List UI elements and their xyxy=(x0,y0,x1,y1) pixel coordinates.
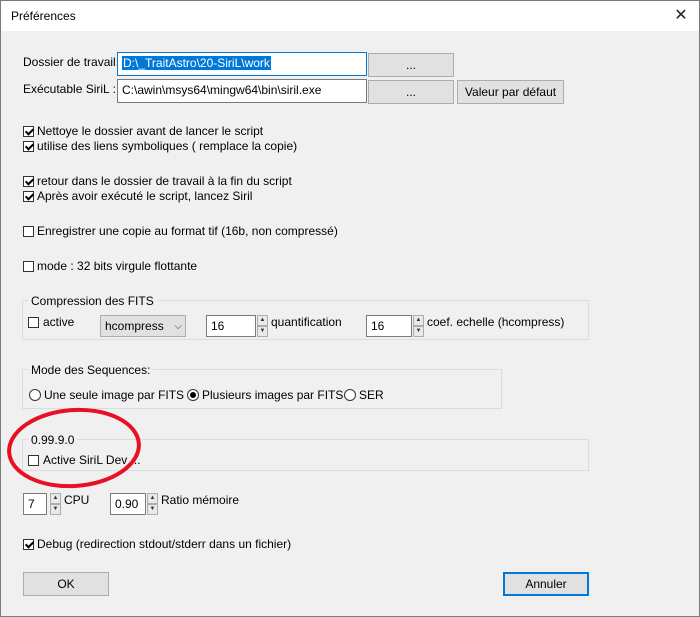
compression-method-select[interactable]: hcompress ⌵ xyxy=(100,315,186,337)
return-dir-checkbox[interactable] xyxy=(23,176,34,187)
save-tif-checkbox[interactable] xyxy=(23,226,34,237)
preferences-dialog: Préférences ✕ Dossier de travail: D:\_Tr… xyxy=(0,0,700,617)
save-tif-label: Enregistrer une copie au format tif (16b… xyxy=(37,224,338,238)
ser-label: SER xyxy=(359,388,384,402)
ok-button[interactable]: OK xyxy=(23,572,109,596)
return-dir-label: retour dans le dossier de travail à la f… xyxy=(37,174,292,188)
single-image-radio[interactable] xyxy=(29,389,41,401)
compression-title: Compression des FITS xyxy=(28,294,157,308)
ser-radio[interactable] xyxy=(344,389,356,401)
close-icon[interactable]: ✕ xyxy=(669,5,693,27)
exec-browse-button[interactable]: ... xyxy=(368,80,454,104)
workdir-value: D:\_TraitAstro\20-SiriL\work xyxy=(122,56,271,70)
debug-checkbox[interactable] xyxy=(23,539,34,550)
scale-label: coef. echelle (hcompress) xyxy=(427,315,565,329)
float32-label: mode : 32 bits virgule flottante xyxy=(37,259,198,273)
cpu-input[interactable]: 7 xyxy=(23,493,47,515)
scale-up-icon[interactable]: ▲ xyxy=(413,315,424,326)
exec-input[interactable]: C:\awin\msys64\mingw64\bin\siril.exe xyxy=(117,79,367,103)
compression-active-label: active xyxy=(43,315,75,329)
quantification-up-icon[interactable]: ▲ xyxy=(257,315,268,326)
workdir-label: Dossier de travail: xyxy=(23,55,120,69)
scale-down-icon[interactable]: ▼ xyxy=(413,326,424,337)
multi-image-radio[interactable] xyxy=(187,389,199,401)
multi-image-label: Plusieurs images par FITS xyxy=(202,388,344,402)
cpu-down-icon[interactable]: ▼ xyxy=(50,504,61,515)
symlinks-checkbox[interactable] xyxy=(23,141,34,152)
ratio-label: Ratio mémoire xyxy=(161,493,240,507)
window-title: Préférences xyxy=(11,9,76,23)
quantification-input[interactable]: 16 xyxy=(206,315,256,337)
scale-input[interactable]: 16 xyxy=(366,315,412,337)
workdir-input[interactable]: D:\_TraitAstro\20-SiriL\work xyxy=(117,52,367,76)
clean-dir-label: Nettoye le dossier avant de lancer le sc… xyxy=(37,124,264,138)
annotation-ellipse xyxy=(7,407,141,489)
ratio-down-icon[interactable]: ▼ xyxy=(147,504,158,515)
ratio-input[interactable]: 0.90 xyxy=(110,493,146,515)
chevron-down-icon: ⌵ xyxy=(174,321,182,332)
sequences-title: Mode des Sequences: xyxy=(28,363,154,377)
cancel-button[interactable]: Annuler xyxy=(503,572,589,596)
compression-active-checkbox[interactable] xyxy=(28,317,39,328)
single-image-label: Une seule image par FITS xyxy=(44,388,185,402)
clean-dir-checkbox[interactable] xyxy=(23,126,34,137)
default-value-button[interactable]: Valeur par défaut xyxy=(457,80,564,104)
launch-siril-label: Après avoir exécuté le script, lancez Si… xyxy=(37,189,253,203)
title-bar: Préférences ✕ xyxy=(1,1,699,31)
launch-siril-checkbox[interactable] xyxy=(23,191,34,202)
workdir-browse-button[interactable]: ... xyxy=(368,53,454,77)
quantification-down-icon[interactable]: ▼ xyxy=(257,326,268,337)
debug-label: Debug (redirection stdout/stderr dans un… xyxy=(37,537,292,551)
exec-label: Exécutable SiriL : xyxy=(23,82,116,96)
symlinks-label: utilise des liens symboliques ( remplace… xyxy=(37,139,298,153)
quantification-label: quantification xyxy=(271,315,342,329)
float32-checkbox[interactable] xyxy=(23,261,34,272)
compression-method-value: hcompress xyxy=(105,319,164,333)
